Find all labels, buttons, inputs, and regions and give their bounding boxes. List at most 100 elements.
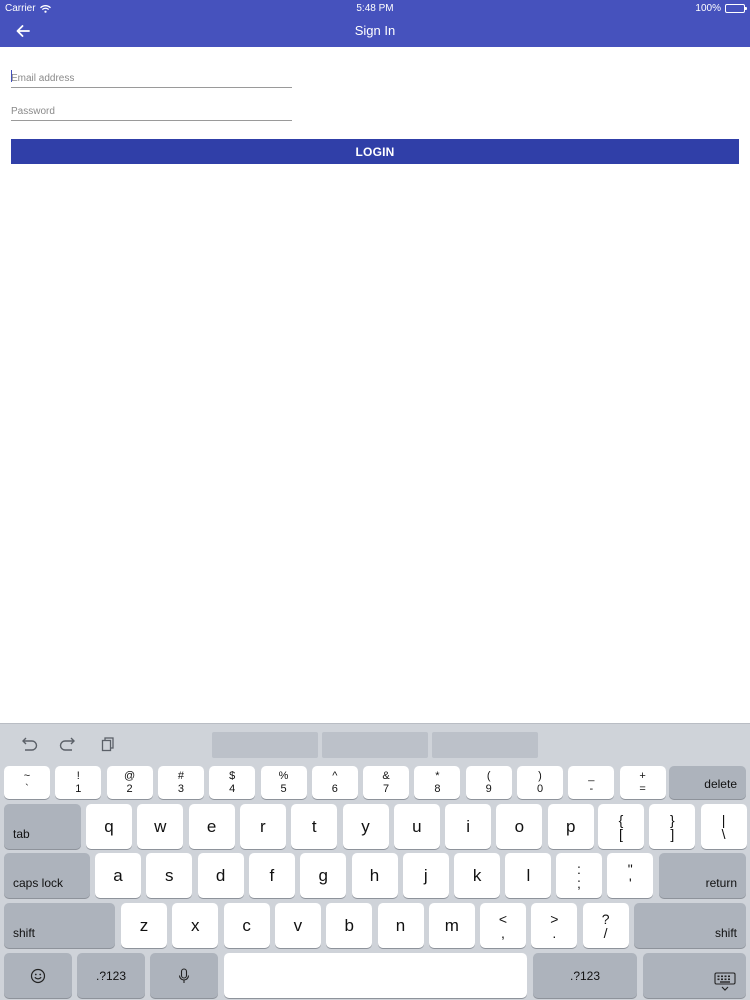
key-bottom-symbol: 8 [434, 782, 441, 795]
key-4[interactable]: $4 [209, 766, 256, 799]
emoji-key[interactable] [4, 953, 72, 998]
space-bar[interactable] [224, 953, 527, 998]
undo-button[interactable] [19, 735, 39, 753]
key-c[interactable]: c [223, 903, 270, 948]
key-comma[interactable]: <, [480, 903, 526, 948]
key-z[interactable]: z [121, 903, 167, 948]
key-7[interactable]: & 7 [363, 766, 410, 799]
keyboard-dismiss-icon [714, 972, 736, 991]
key-b[interactable]: b [326, 903, 373, 948]
page-title: Sign In [354, 23, 396, 38]
shift-left-key[interactable]: shift [4, 903, 115, 948]
key-label: caps lock [13, 876, 64, 890]
key-8[interactable]: * 8 [414, 766, 461, 799]
key-bottom-symbol: 3 [177, 782, 184, 795]
key-s[interactable]: s [146, 853, 193, 898]
key-2[interactable]: @2 [106, 766, 153, 799]
redo-button[interactable] [58, 735, 78, 753]
key-f[interactable]: f [248, 853, 295, 898]
key-`[interactable]: ~ ` [4, 766, 50, 799]
key-top-symbol: ) [538, 770, 542, 783]
numbers-key-right[interactable]: .?123 [533, 953, 637, 998]
email-field[interactable] [11, 69, 292, 88]
key-3[interactable]: #3 [157, 766, 204, 799]
key-symbols: :; [577, 862, 581, 890]
key--[interactable]: _ - [568, 766, 615, 799]
key-q[interactable]: q [86, 804, 132, 849]
key-j[interactable]: j [402, 853, 449, 898]
key-symbols: >. [550, 912, 558, 940]
key-n[interactable]: n [377, 903, 424, 948]
delete-key[interactable]: delete [669, 766, 746, 799]
return-key[interactable]: return [659, 853, 746, 898]
suggestion-slot-2[interactable] [322, 732, 428, 758]
key-x[interactable]: x [172, 903, 219, 948]
key-quote[interactable]: " ' [607, 853, 654, 898]
key-symbols: ? / [602, 912, 610, 940]
key-period[interactable]: >. [531, 903, 578, 948]
key-a[interactable]: a [95, 853, 141, 898]
key-label: .?123 [569, 968, 601, 983]
key-slash[interactable]: ? / [582, 903, 629, 948]
key-top-symbol: _ [588, 770, 595, 783]
suggestion-slot-1[interactable] [212, 732, 318, 758]
key-k[interactable]: k [454, 853, 501, 898]
key-label: tab [13, 827, 30, 841]
key-5[interactable]: % 5 [260, 766, 307, 799]
dictation-key[interactable] [150, 953, 218, 998]
key-g[interactable]: g [300, 853, 347, 898]
key-h[interactable]: h [351, 853, 398, 898]
key-symbols: | \ [722, 813, 726, 841]
key-label: e [206, 816, 217, 836]
key-i[interactable]: i [445, 804, 492, 849]
key-9[interactable]: (9 [465, 766, 512, 799]
key-v[interactable]: v [274, 903, 321, 948]
key-bottom-symbol: 2 [126, 782, 133, 795]
key-6[interactable]: ^ 6 [311, 766, 358, 799]
paste-button[interactable] [98, 735, 118, 753]
key-label: return [705, 876, 737, 890]
key-semicolon[interactable]: :; [556, 853, 602, 898]
key-=[interactable]: + = [619, 766, 666, 799]
key-symbols: }] [670, 813, 675, 841]
key-top-symbol: " [627, 860, 633, 877]
undo-icon [22, 737, 38, 751]
key-label: s [165, 865, 174, 885]
login-button[interactable]: LOGIN [11, 139, 739, 164]
key-p[interactable]: p [547, 804, 594, 849]
key-t[interactable]: t [291, 804, 338, 849]
key-l[interactable]: l [505, 853, 552, 898]
key-backslash[interactable]: | \ [700, 804, 747, 849]
key-label: shift [13, 926, 36, 940]
key-symbols: #3 [178, 770, 184, 794]
keyboard-dismiss-key[interactable] [643, 953, 746, 998]
caps-lock-key[interactable]: caps lock [4, 853, 90, 898]
key-o[interactable]: o [496, 804, 543, 849]
suggestion-slot-3[interactable] [432, 732, 538, 758]
key-w[interactable]: w [137, 804, 184, 849]
key-right-bracket[interactable]: }] [649, 804, 696, 849]
status-battery: 100% [695, 3, 747, 14]
shift-right-key[interactable]: shift [634, 903, 746, 948]
tab-key[interactable]: tab [4, 804, 81, 849]
key-top-symbol: $ [229, 770, 236, 783]
key-bottom-symbol: 0 [536, 782, 544, 795]
key-r[interactable]: r [239, 804, 286, 849]
password-field[interactable] [11, 102, 292, 121]
key-label: l [526, 865, 531, 885]
key-label: h [369, 865, 380, 885]
key-d[interactable]: d [197, 853, 244, 898]
key-bottom-symbol: ` [25, 782, 29, 795]
key-1[interactable]: ! 1 [55, 766, 102, 799]
key-top-symbol: ^ [332, 770, 338, 783]
key-0[interactable]: ) 0 [517, 766, 563, 799]
key-m[interactable]: m [428, 903, 475, 948]
key-left-bracket[interactable]: {[ [598, 804, 644, 849]
key-symbols: & 7 [382, 770, 389, 794]
numbers-key-left[interactable]: .?123 [77, 953, 145, 998]
key-u[interactable]: u [393, 804, 440, 849]
key-y[interactable]: y [342, 804, 389, 849]
key-top-symbol: ~ [23, 770, 31, 783]
key-e[interactable]: e [188, 804, 235, 849]
key-bottom-symbol: - [589, 782, 594, 795]
